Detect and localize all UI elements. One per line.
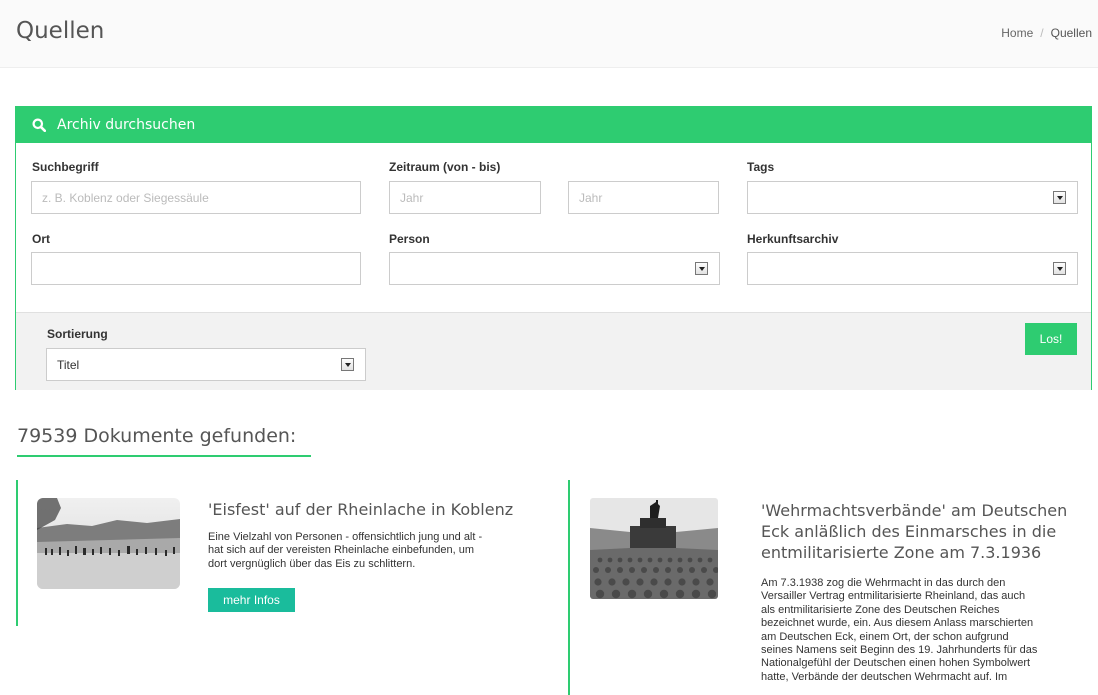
search-panel-title: Archiv durchsuchen — [57, 117, 196, 133]
ice-festival-photo — [37, 498, 180, 589]
result-description-line: Am 7.3.1938 zog die Wehrmacht in das dur… — [761, 577, 1006, 589]
herkunftsarchiv-select[interactable] — [747, 252, 1078, 285]
search-icon — [32, 118, 46, 132]
page-header: Quellen Home / Quellen — [0, 0, 1098, 68]
result-description: Am 7.3.1938 zog die Wehrmacht in das dur… — [761, 577, 1091, 684]
ort-label: Ort — [32, 232, 50, 246]
tags-select[interactable] — [747, 181, 1078, 214]
herkunftsarchiv-label: Herkunftsarchiv — [747, 232, 839, 246]
search-panel: Archiv durchsuchen Suchbegriff z. B. Kob… — [15, 106, 1092, 390]
zeitraum-label: Zeitraum (von - bis) — [389, 160, 501, 174]
person-label: Person — [389, 232, 430, 246]
result-title-line: Eck anläßlich des Einmarsches in die — [761, 522, 1057, 541]
result-description-line: bezeichnet wurde, ein. Aus diesem Anlass… — [761, 617, 1034, 630]
result-description-line: hat sich auf der vereisten Rheinlache ei… — [208, 544, 475, 557]
suchbegriff-label: Suchbegriff — [32, 160, 99, 174]
result-card-accent-bar — [568, 480, 570, 695]
breadcrumb: Home / Quellen — [1001, 26, 1092, 40]
wehrmacht-photo — [590, 498, 718, 599]
result-title-line: entmilitarisierte Zone am 7.3.1936 — [761, 543, 1042, 562]
page-title: Quellen — [16, 18, 105, 44]
sortierung-label: Sortierung — [47, 327, 108, 341]
result-count: 79539 Dokumente gefunden: — [17, 425, 297, 447]
sortierung-value: Titel — [57, 358, 80, 372]
chevron-down-icon[interactable] — [1053, 262, 1066, 275]
person-select[interactable] — [389, 252, 720, 285]
chevron-down-icon[interactable] — [1053, 191, 1066, 204]
result-card-accent-bar — [16, 480, 18, 626]
breadcrumb-home-link[interactable]: Home — [1001, 26, 1033, 40]
result-description-line: Versailler Vertrag entmilitarisierte Rhe… — [761, 590, 1026, 603]
result-description-line: hatte, Verbände der deutschen Wehrmacht … — [761, 670, 1008, 683]
breadcrumb-separator: / — [1040, 26, 1044, 40]
result-description-line: Nationalgefühl der Deutschen einen hohen… — [761, 657, 1031, 670]
result-description-line: als entmilitarisierte Zone des Deutschen… — [761, 603, 1000, 616]
suchbegriff-placeholder: z. B. Koblenz oder Siegessäule — [42, 191, 209, 205]
zeitraum-from-placeholder: Jahr — [400, 191, 424, 205]
ort-input[interactable] — [31, 252, 361, 285]
search-panel-header: Archiv durchsuchen — [16, 107, 1091, 143]
chevron-down-icon[interactable] — [695, 262, 708, 275]
result-title[interactable]: 'Eisfest' auf der Rheinlache in Koblenz — [208, 499, 548, 520]
result-description-line: dort vergnüglich über das Eis zu schlitt… — [208, 557, 416, 570]
zeitraum-to-placeholder: Jahr — [579, 191, 603, 205]
result-description-line: Eine Vielzahl von Personen - offensichtl… — [208, 531, 483, 543]
search-submit-button[interactable]: Los! — [1025, 323, 1077, 355]
result-thumbnail-wehrmacht[interactable] — [590, 498, 718, 599]
result-count-underline — [17, 455, 311, 457]
sort-section: Sortierung Titel Los! — [16, 312, 1091, 390]
result-thumbnail-ice-festival[interactable] — [37, 498, 180, 589]
suchbegriff-input[interactable]: z. B. Koblenz oder Siegessäule — [31, 181, 361, 214]
tags-label: Tags — [747, 160, 775, 174]
zeitraum-to-input[interactable]: Jahr — [568, 181, 719, 214]
result-title-line: 'Wehrmachtsverbände' am Deutschen — [761, 501, 1068, 520]
result-title[interactable]: 'Wehrmachtsverbände' am Deutschen Eck an… — [761, 500, 1091, 563]
mehr-infos-button[interactable]: mehr Infos — [208, 588, 295, 612]
breadcrumb-current: Quellen — [1050, 26, 1092, 40]
chevron-down-icon[interactable] — [341, 358, 354, 371]
result-description-line: am Deutschen Eck, einem Ort, der schon a… — [761, 630, 1009, 643]
result-description-line: seines Namens seit Beginn des 19. Jahrhu… — [761, 644, 1038, 657]
result-description: Eine Vielzahl von Personen - offensichtl… — [208, 531, 538, 571]
sortierung-select[interactable]: Titel — [46, 348, 366, 381]
zeitraum-from-input[interactable]: Jahr — [389, 181, 541, 214]
